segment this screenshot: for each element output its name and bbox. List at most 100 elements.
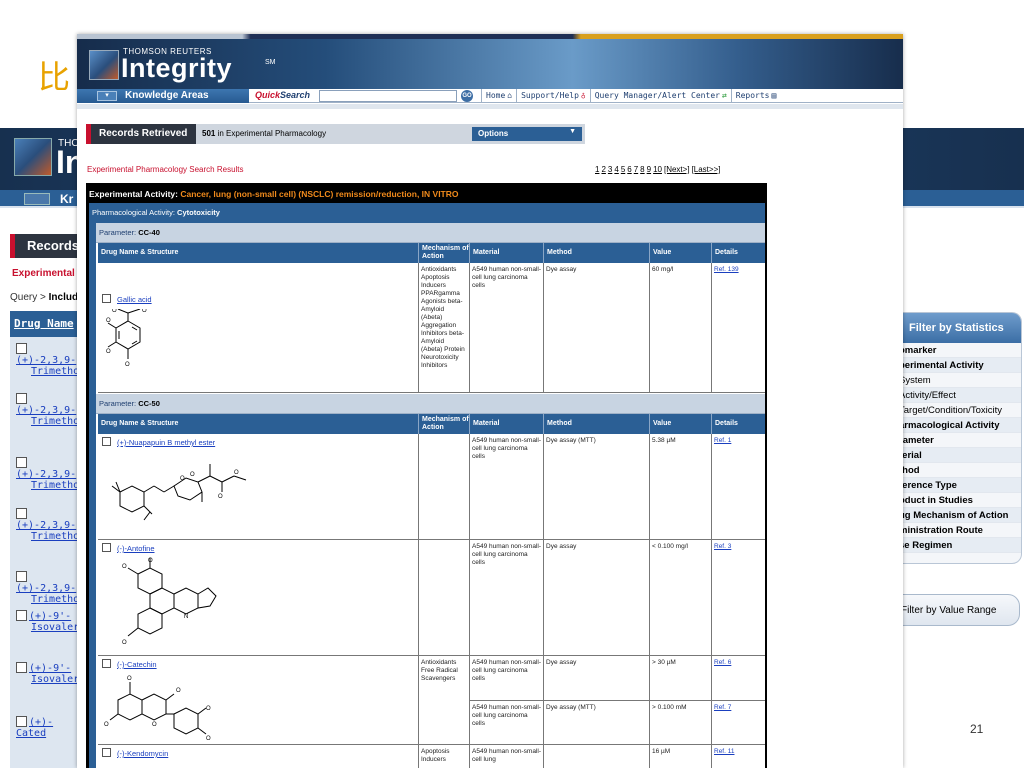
nav-query-manager[interactable]: Query Manager/Alert Center ⇄ <box>589 89 731 103</box>
catechin-structure: O O O O O O <box>104 670 214 742</box>
next-page-link[interactable]: [Next>] <box>664 165 690 174</box>
reference-link[interactable]: Ref. 6 <box>714 659 731 666</box>
reference-link[interactable]: Ref. 1 <box>714 437 731 444</box>
background-row[interactable]: (+)-2,3,9- Trimethox <box>16 343 85 377</box>
drug-name[interactable]: (-)-Antofine <box>117 544 155 553</box>
checkbox[interactable] <box>102 543 111 552</box>
nav-home[interactable]: Home ⌂ <box>481 89 516 103</box>
filter-item[interactable]: rameter <box>897 433 1021 448</box>
quick-search-input[interactable] <box>319 90 457 102</box>
background-row[interactable]: (+)-2,3,9- Trimethox <box>16 393 85 427</box>
page-link[interactable]: 5 <box>621 165 625 174</box>
svg-text:O: O <box>122 564 127 570</box>
filter-item[interactable]: perimental Activity <box>897 358 1021 373</box>
reference-link[interactable]: Ref. 11 <box>714 748 734 755</box>
background-row[interactable]: (+)-9'- Isovalero <box>16 610 85 633</box>
page-link[interactable]: 8 <box>640 165 644 174</box>
method-cell: Dye assay <box>543 656 649 700</box>
background-row[interactable]: (+)-Cated <box>16 716 80 739</box>
filter-item[interactable]: System <box>897 373 1021 388</box>
filter-item[interactable]: ug Mechanism of Action <box>897 508 1021 523</box>
table-header: Drug Name & Structure Mechanism of Actio… <box>98 414 765 434</box>
pharmacological-activity-bar: Pharmacological Activity: Cytotoxicity <box>89 203 765 223</box>
background-row[interactable]: (+)-2,3,9- Trimethox <box>16 571 85 605</box>
background-column-header[interactable]: Drug Name <box>10 311 80 337</box>
filter-item[interactable]: ference Type <box>897 478 1021 493</box>
last-page-link[interactable]: [Last>>] <box>692 165 721 174</box>
row-link[interactable]: (+)-2,3,9- <box>16 355 76 366</box>
page-link[interactable]: 2 <box>601 165 605 174</box>
background-row[interactable]: (+)-2,3,9- Trimethox <box>16 457 85 491</box>
checkbox[interactable] <box>16 716 27 727</box>
row-link[interactable]: (+)-2,3,9- <box>16 520 76 531</box>
checkbox[interactable] <box>16 393 27 404</box>
row-link[interactable]: (+)-2,3,9- <box>16 469 76 480</box>
drug-name[interactable]: (-)-Kendomycin <box>117 749 168 758</box>
row-link[interactable]: (+)-2,3,9- <box>16 405 76 416</box>
parameter-value: CC-40 <box>138 228 160 237</box>
nav-support[interactable]: Support/Help ♁ <box>516 89 590 103</box>
page-link[interactable]: 3 <box>608 165 612 174</box>
filter-item[interactable]: ministration Route <box>897 523 1021 538</box>
knowledge-areas-menu[interactable]: ▾ Knowledge Areas <box>77 89 249 103</box>
go-button[interactable]: GO <box>461 90 473 102</box>
filter-item[interactable]: Target/Condition/Toxicity <box>897 403 1021 418</box>
filter-item[interactable]: thod <box>897 463 1021 478</box>
filter-item[interactable]: armacological Activity <box>897 418 1021 433</box>
filter-by-value-range-button[interactable]: Filter by Value Range <box>896 594 1020 626</box>
row-link[interactable]: (+)-2,3,9- <box>16 583 76 594</box>
checkbox[interactable] <box>16 610 27 621</box>
filter-item[interactable]: omarker <box>897 343 1021 358</box>
background-row[interactable]: (+)-2,3,9- Trimethox <box>16 508 85 542</box>
table-row: (-)-Catechin O O O O O O Antioxidants Free Ra… <box>98 656 765 745</box>
value-cell: 60 mg/l <box>649 263 711 392</box>
checkbox[interactable] <box>102 294 111 303</box>
slide-page-number: 21 <box>970 722 984 736</box>
drug-link[interactable]: (-)-Kendomycin <box>102 748 168 758</box>
checkbox[interactable] <box>102 748 111 757</box>
checkbox[interactable] <box>16 343 27 354</box>
drug-link[interactable]: (-)-Antofine <box>102 543 155 553</box>
drug-name[interactable]: (-)-Catechin <box>117 660 157 669</box>
checkbox[interactable] <box>16 508 27 519</box>
filter-item[interactable]: se Regimen <box>897 538 1021 553</box>
row-link[interactable]: (+)-9'- <box>29 663 71 674</box>
nav-reports[interactable]: Reports ▤ <box>730 89 781 103</box>
drug-name[interactable]: (+)-Nuapapuin B methyl ester <box>117 438 215 447</box>
drug-link[interactable]: Gallic acid <box>102 294 152 304</box>
chevron-down-icon[interactable]: ▾ <box>97 91 117 101</box>
drug-name[interactable]: Gallic acid <box>117 295 152 304</box>
page-link[interactable]: 4 <box>614 165 618 174</box>
reference-link[interactable]: Ref. 3 <box>714 543 731 550</box>
checkbox[interactable] <box>102 659 111 668</box>
records-count-suffix: in Experimental Pharmacology <box>215 129 327 138</box>
checkbox[interactable] <box>16 662 27 673</box>
filter-item[interactable]: Activity/Effect <box>897 388 1021 403</box>
checkbox[interactable] <box>16 457 27 468</box>
material-cell: A549 human non-small-cell lung carcinoma… <box>469 434 543 539</box>
nav-home-label: Home <box>486 91 506 100</box>
options-dropdown[interactable]: Options ▼ <box>472 127 582 141</box>
drug-link[interactable]: (-)-Catechin <box>102 659 157 669</box>
page-link[interactable]: 9 <box>647 165 651 174</box>
report-icon: ▤ <box>771 91 777 100</box>
checkbox[interactable] <box>16 571 27 582</box>
svg-text:O: O <box>180 476 185 482</box>
reference-link[interactable]: Ref. 7 <box>714 704 731 711</box>
svg-text:O: O <box>148 558 153 564</box>
background-menu-button[interactable] <box>24 193 50 205</box>
page-link[interactable]: 6 <box>627 165 631 174</box>
checkbox[interactable] <box>102 437 111 446</box>
page-link[interactable]: 7 <box>634 165 638 174</box>
reference-link[interactable]: Ref. 139 <box>714 266 739 273</box>
svg-text:O: O <box>206 736 211 742</box>
filter-item[interactable]: terial <box>897 448 1021 463</box>
page-link[interactable]: 10 <box>653 165 662 174</box>
filter-item[interactable]: oduct in Studies <box>897 493 1021 508</box>
drug-link[interactable]: (+)-Nuapapuin B methyl ester <box>102 437 215 447</box>
row-link[interactable]: (+)-9'- <box>29 611 71 622</box>
material-cell: A549 human non-small-cell lung <box>469 745 543 768</box>
integrity-window: THOMSON REUTERS Integrity SM ▾ Knowledge… <box>77 34 903 768</box>
background-row[interactable]: (+)-9'- Isovalero <box>16 662 85 685</box>
page-link[interactable]: 1 <box>595 165 599 174</box>
